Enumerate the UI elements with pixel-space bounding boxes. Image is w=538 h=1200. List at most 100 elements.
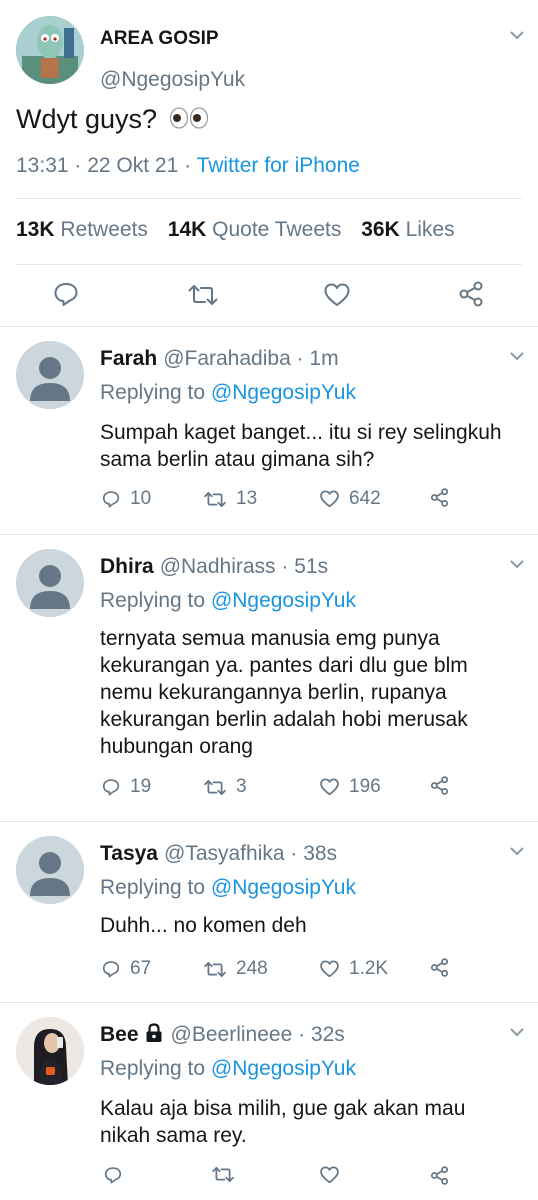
- quotes-label[interactable]: Quote Tweets: [212, 218, 341, 241]
- share-button[interactable]: [430, 488, 459, 507]
- reply-button[interactable]: [104, 1166, 132, 1184]
- chevron-down-icon[interactable]: [510, 846, 524, 860]
- like-button[interactable]: [320, 1166, 349, 1184]
- share-button[interactable]: [430, 1166, 459, 1185]
- retweet-icon: [188, 285, 218, 305]
- divider: [16, 264, 522, 265]
- reply-meta[interactable]: @Tasyafhika · 38s: [164, 842, 337, 865]
- share-icon: [430, 488, 449, 507]
- reply-tweet[interactable]: Farah @Farahadiba · 1m Replying to @Ngego…: [0, 327, 538, 534]
- share-button[interactable]: [430, 776, 459, 795]
- reply-author-name[interactable]: Tasya: [100, 842, 158, 865]
- retweet-button[interactable]: [212, 1166, 244, 1183]
- replying-to-label: Replying to: [100, 876, 211, 899]
- reply-actions: [100, 1166, 520, 1192]
- retweet-button[interactable]: [188, 284, 218, 306]
- like-button[interactable]: 1.2K: [320, 958, 388, 980]
- reply-icon: [102, 779, 120, 796]
- avatar[interactable]: [16, 341, 84, 409]
- reply-button[interactable]: 67: [102, 958, 151, 980]
- retweet-button[interactable]: 13: [204, 488, 257, 510]
- reply-button[interactable]: 19: [102, 776, 151, 798]
- retweets-label[interactable]: Retweets: [60, 218, 148, 241]
- tweet-timestamp: 13:31 · 22 Okt 21 ·: [16, 154, 197, 177]
- heart-icon: [324, 283, 350, 306]
- heart-icon: [320, 778, 339, 796]
- reply-meta[interactable]: @Beerlineee · 32s: [171, 1023, 345, 1046]
- like-button[interactable]: 642: [320, 488, 381, 510]
- share-icon: [459, 281, 483, 307]
- replying-to-label: Replying to: [100, 381, 211, 404]
- retweet-count: 248: [236, 958, 268, 979]
- likes-count[interactable]: 36K: [361, 218, 400, 241]
- replying-to: Replying to @NgegosipYuk: [100, 381, 356, 405]
- retweet-button[interactable]: 248: [204, 958, 268, 980]
- mention-link[interactable]: @NgegosipYuk: [211, 1057, 356, 1080]
- replying-to: Replying to @NgegosipYuk: [100, 589, 356, 613]
- reply-icon: [102, 961, 120, 978]
- reply-author-name[interactable]: Dhira: [100, 555, 154, 578]
- reply-tweet[interactable]: Tasya @Tasyafhika · 38s Replying to @Ngeg…: [0, 822, 538, 1002]
- retweet-count: 13: [236, 488, 258, 509]
- retweet-count: 3: [236, 776, 247, 797]
- mention-link[interactable]: @NgegosipYuk: [211, 589, 356, 612]
- like-count: 196: [349, 776, 381, 797]
- avatar[interactable]: [16, 836, 84, 904]
- reply-author-name[interactable]: Bee: [100, 1023, 139, 1046]
- like-button[interactable]: [324, 283, 350, 307]
- chevron-down-icon[interactable]: [510, 559, 524, 573]
- retweets-count[interactable]: 13K: [16, 218, 55, 241]
- main-tweet: AREA GOSIP @NgegosipYuk Wdyt guys? 13:31…: [0, 0, 538, 326]
- reply-icon: [54, 283, 78, 306]
- reply-count: 67: [130, 958, 152, 979]
- like-count: 642: [349, 488, 381, 509]
- reply-tweet[interactable]: Dhira @Nadhirass · 51s Replying to @Ngego…: [0, 535, 538, 821]
- reply-header: Dhira @Nadhirass · 51s: [100, 555, 328, 579]
- tweet-actions: [0, 276, 538, 312]
- reply-button[interactable]: [53, 282, 79, 306]
- reply-header: Tasya @Tasyafhika · 38s: [100, 842, 337, 866]
- mention-link[interactable]: @NgegosipYuk: [211, 876, 356, 899]
- likes-label[interactable]: Likes: [406, 218, 455, 241]
- heart-icon: [320, 960, 339, 978]
- retweet-icon: [204, 961, 226, 977]
- quotes-count[interactable]: 14K: [168, 218, 207, 241]
- chevron-down-icon[interactable]: [510, 351, 524, 365]
- reply-count: 19: [130, 776, 152, 797]
- like-count: 1.2K: [349, 958, 389, 979]
- chevron-down-icon[interactable]: [510, 30, 524, 44]
- tweet-text: Wdyt guys?: [16, 104, 209, 136]
- share-button[interactable]: [458, 281, 484, 307]
- chevron-down-icon[interactable]: [510, 1027, 524, 1041]
- reply-button[interactable]: 10: [102, 488, 151, 510]
- share-icon: [430, 1166, 449, 1185]
- reply-actions: 67 248 1.2K: [100, 958, 520, 984]
- retweet-icon: [204, 491, 226, 507]
- reply-header: Farah @Farahadiba · 1m: [100, 347, 339, 371]
- reply-actions: 19 3 196: [100, 776, 520, 802]
- avatar[interactable]: [16, 1017, 84, 1085]
- share-button[interactable]: [430, 958, 459, 977]
- mention-link[interactable]: @NgegosipYuk: [211, 381, 356, 404]
- heart-icon: [320, 1166, 339, 1184]
- avatar[interactable]: [16, 549, 84, 617]
- author-handle[interactable]: @NgegosipYuk: [100, 68, 245, 92]
- reply-text: Duhh... no komen deh: [100, 914, 307, 937]
- reply-meta[interactable]: @Nadhirass · 51s: [160, 555, 328, 578]
- tweet-text-content: Wdyt guys?: [16, 104, 158, 134]
- retweet-button[interactable]: 3: [204, 776, 247, 798]
- reply-tweet[interactable]: Bee @Beerlineee · 32s Replying to @Ngegos…: [0, 1003, 538, 1200]
- reply-icon: [102, 491, 120, 508]
- like-button[interactable]: 196: [320, 776, 381, 798]
- reply-author-name[interactable]: Farah: [100, 347, 157, 370]
- author-name[interactable]: AREA GOSIP: [100, 28, 219, 50]
- replying-to: Replying to @NgegosipYuk: [100, 876, 356, 900]
- tweet-source-link[interactable]: Twitter for iPhone: [197, 154, 360, 177]
- reply-header: Bee @Beerlineee · 32s: [100, 1023, 345, 1049]
- avatar[interactable]: [16, 16, 84, 84]
- reply-actions: 10 13 642: [100, 488, 520, 514]
- heart-icon: [320, 490, 339, 508]
- reply-meta[interactable]: @Farahadiba · 1m: [163, 347, 338, 370]
- reply-text: Kalau aja bisa milih, gue gak akan mau n…: [100, 1097, 466, 1147]
- tweet-stats: 13K Retweets 14K Quote Tweets 36K Likes: [16, 218, 469, 242]
